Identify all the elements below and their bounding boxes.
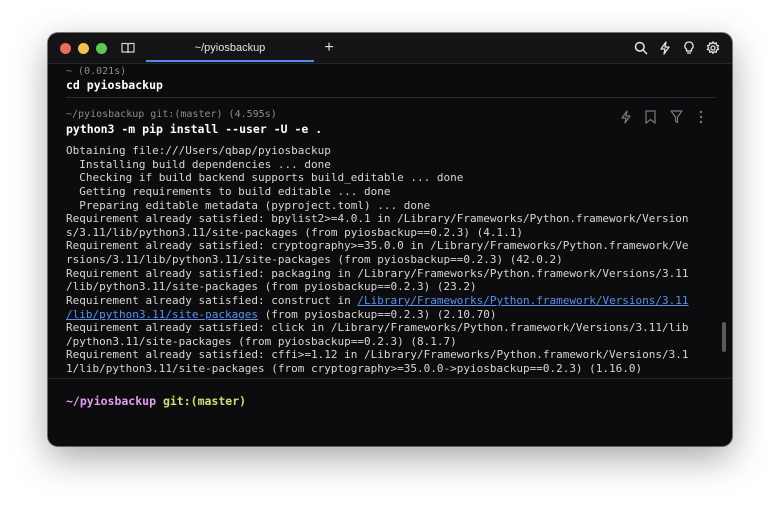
- output-line: Checking if build backend supports build…: [66, 171, 464, 184]
- search-icon[interactable]: [633, 40, 649, 56]
- prompt-path: ~/pyiosbackup: [66, 394, 157, 408]
- bookmark-icon[interactable]: [645, 109, 656, 128]
- tab-title: ~/pyiosbackup: [194, 42, 266, 54]
- block-meta: ~/pyiosbackup git:(master) (4.595s): [66, 109, 277, 120]
- block-meta: ~ (0.021s): [66, 66, 127, 77]
- bolt-icon[interactable]: [620, 109, 632, 128]
- new-tab-button[interactable]: +: [320, 39, 338, 57]
- gear-icon[interactable]: [705, 40, 721, 56]
- zoom-window-button[interactable]: [96, 43, 107, 54]
- output-line: Requirement already satisfied: cffi>=1.1…: [66, 348, 689, 361]
- output-line: Requirement already satisfied: packaging…: [66, 267, 689, 280]
- block-command: python3 -m pip install --user -U -e .: [66, 122, 323, 136]
- prompt-git-branch: git:(master): [162, 394, 247, 408]
- minimize-window-button[interactable]: [78, 43, 89, 54]
- path-link[interactable]: /Library/Frameworks/Python.framework/Ver…: [357, 294, 688, 307]
- output-line: /lib/python3.11/site-packages (from pyio…: [66, 280, 477, 293]
- path-link[interactable]: /lib/python3.11/site-packages: [66, 308, 258, 321]
- lightbulb-icon[interactable]: [681, 40, 697, 56]
- output-line: Installing build dependencies ... done: [66, 158, 331, 171]
- output-line: Getting requirements to build editable .…: [66, 185, 391, 198]
- block-command: cd pyiosbackup: [66, 78, 163, 92]
- output-line: Requirement already satisfied: bpylist2>…: [66, 212, 689, 225]
- shell-prompt: ~/pyiosbackup git:(master): [66, 394, 246, 408]
- output-line: /lib/python3.11/site-packages (from pyio…: [66, 308, 497, 321]
- more-vertical-icon[interactable]: [699, 109, 703, 128]
- output-line: Requirement already satisfied: construct…: [66, 294, 689, 307]
- output-line: rsions/3.11/lib/python3.11/site-packages…: [66, 253, 563, 266]
- output-line: Requirement already satisfied: cryptogra…: [66, 239, 689, 252]
- filter-icon[interactable]: [670, 109, 683, 128]
- output-line: s/3.11/lib/python3.11/site-packages (fro…: [66, 226, 523, 239]
- output-line: Preparing editable metadata (pyproject.t…: [66, 199, 431, 212]
- title-bar: ~/pyiosbackup +: [48, 33, 732, 64]
- output-line: Requirement already satisfied: click in …: [66, 321, 689, 334]
- active-tab-indicator: [146, 60, 314, 62]
- command-input-area[interactable]: ~/pyiosbackup git:(master): [48, 378, 732, 446]
- output-line: Obtaining file:///Users/qbap/pyiosbackup: [66, 144, 331, 157]
- bolt-icon[interactable]: [657, 40, 673, 56]
- output-line: /python3.11/site-packages (from pyiosbac…: [66, 335, 457, 348]
- block-divider: [66, 97, 716, 98]
- terminal-window: ~/pyiosbackup + ~ (0.021s) cd pyiosbacku…: [48, 33, 732, 446]
- book-icon[interactable]: [120, 40, 136, 56]
- terminal-output[interactable]: ~ (0.021s) cd pyiosbackup ~/pyiosbackup …: [48, 64, 732, 378]
- close-window-button[interactable]: [60, 43, 71, 54]
- scrollbar-thumb[interactable]: [722, 322, 726, 352]
- tab-pyiosbackup[interactable]: ~/pyiosbackup: [146, 33, 314, 63]
- output-line: 1/lib/python3.11/site-packages (from cry…: [66, 362, 643, 375]
